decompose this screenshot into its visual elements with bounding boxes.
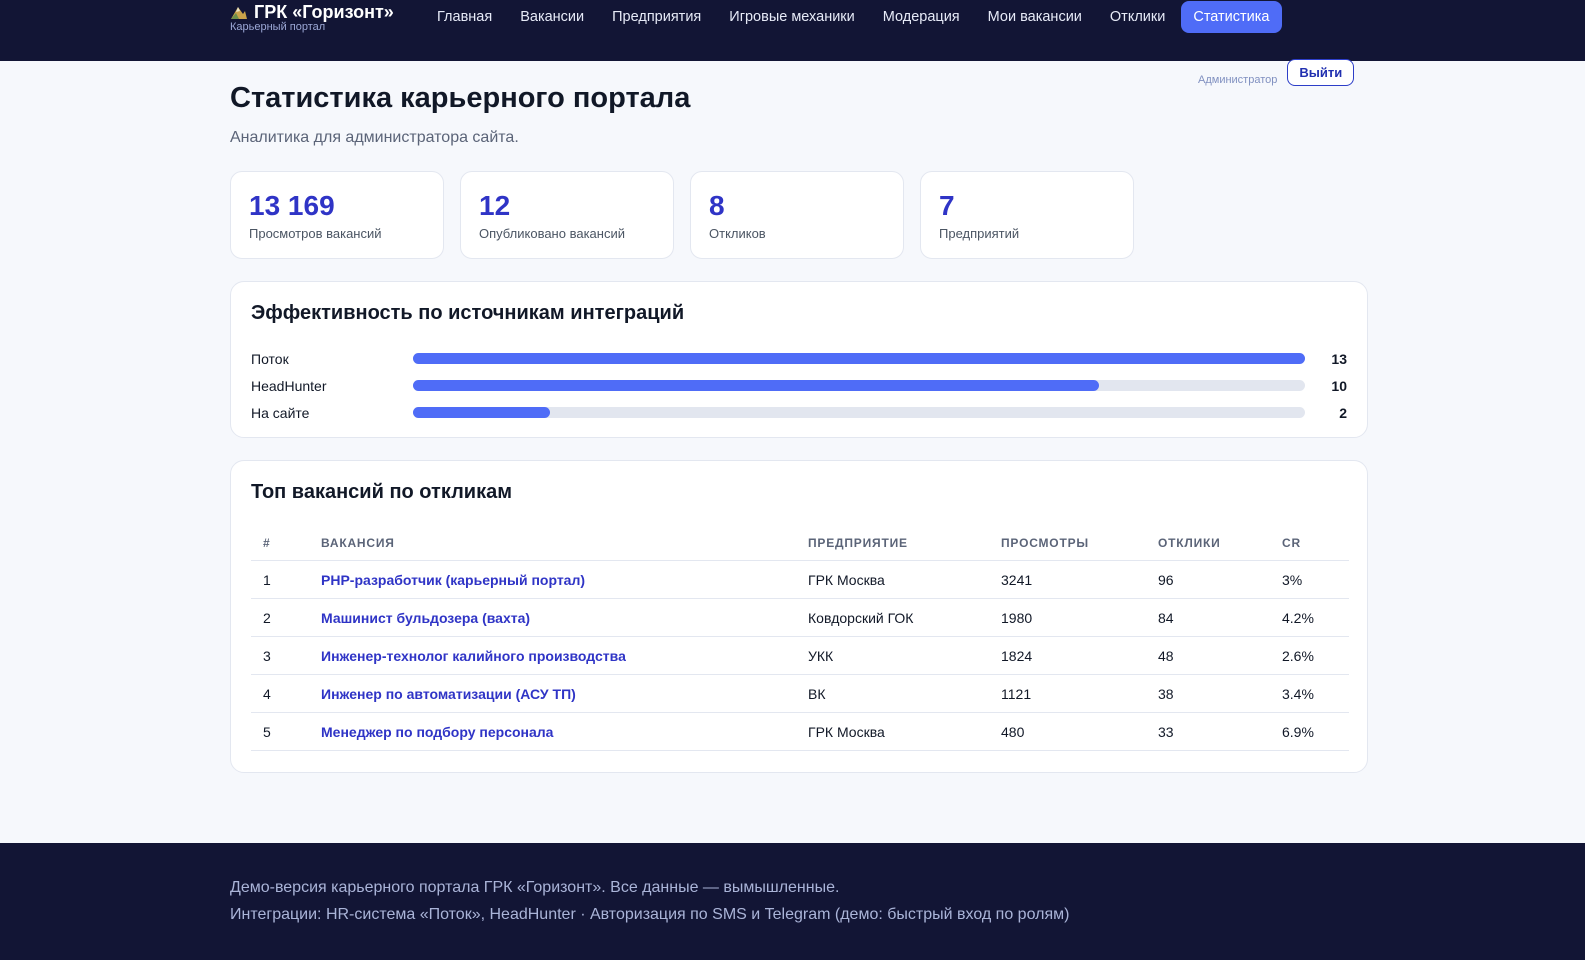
brand-subtitle: Карьерный портал [230,21,326,33]
enterprise-cell: ГРК Москва [796,560,989,599]
source-value: 2 [1339,404,1347,421]
cr-cell: 2.6% [1270,636,1349,675]
vacancy-link[interactable]: Менеджер по подбору персонала [309,712,796,751]
stat-value: 12 [479,190,511,221]
cr-cell: 4.2% [1270,598,1349,637]
responses-cell: 38 [1146,674,1270,713]
stat-card-enterprises: 7 Предприятий [920,171,1134,259]
responses-cell: 33 [1146,712,1270,751]
stat-label: Опубликовано вакансий [479,226,625,241]
logout-button[interactable]: Выйти [1287,58,1355,86]
views-cell: 1824 [989,636,1146,675]
column-header: ОТКЛИКИ [1146,526,1270,561]
vacancy-link[interactable]: Машинист бульдозера (вахта) [309,598,796,637]
cr-cell: 3.4% [1270,674,1349,713]
sources-bars: Поток 13 HeadHunter 10 На сайте 2 [251,345,1347,426]
nav-item-game-mechanics[interactable]: Игровые механики [717,1,866,33]
footer: Демо-версия карьерного портала ГРК «Гори… [0,843,1585,960]
column-header: ПРОСМОТРЫ [989,526,1146,561]
enterprise-cell: УКК [796,636,989,675]
views-cell: 1980 [989,598,1146,637]
top-vacancies-title: Топ вакансий по откликам [251,481,512,503]
mountain-icon [231,7,247,19]
source-value: 13 [1331,350,1347,367]
user-role: Администратор [1198,74,1278,86]
stat-value: 8 [709,190,725,221]
rank-cell: 4 [251,674,309,713]
source-label: HeadHunter [251,377,327,394]
responses-cell: 96 [1146,560,1270,599]
brand-title: ГРК «Горизонт» [254,2,394,22]
page-subtitle: Аналитика для администратора сайта. [230,129,519,146]
stat-card-views: 13 169 Просмотров вакансий [230,171,444,259]
table-row: 5 Менеджер по подбору персонала ГРК Моск… [251,712,1349,751]
main-nav: Главная Вакансии Предприятия Игровые мех… [425,1,1282,33]
responses-cell: 48 [1146,636,1270,675]
table-row: 4 Инженер по автоматизации (АСУ ТП) ВК 1… [251,674,1349,713]
source-label: На сайте [251,404,310,421]
brand[interactable]: ГРК «Горизонт» Карьерный портал [230,2,394,33]
vacancy-link[interactable]: Инженер по автоматизации (АСУ ТП) [309,674,796,713]
column-header: # [251,526,309,561]
brand-row: ГРК «Горизонт» [230,2,394,22]
source-row: Поток 13 [251,345,1347,372]
nav-item-my-vacancies[interactable]: Мои вакансии [976,1,1094,33]
nav-item-vacancies[interactable]: Вакансии [508,1,596,33]
nav-item-statistics[interactable]: Статистика [1181,1,1282,33]
nav-item-moderation[interactable]: Модерация [871,1,972,33]
source-label: Поток [251,350,289,367]
source-row: На сайте 2 [251,399,1347,426]
table-row: 2 Машинист бульдозера (вахта) Ковдорский… [251,598,1349,637]
source-bar-track [413,407,1305,418]
source-bar-track [413,353,1305,364]
source-bar-fill [413,407,551,418]
enterprise-cell: Ковдорский ГОК [796,598,989,637]
top-vacancies-table: # ВАКАНСИЯ ПРЕДПРИЯТИЕ ПРОСМОТРЫ ОТКЛИКИ… [251,526,1349,751]
sources-panel: Эффективность по источникам интеграций П… [230,281,1368,438]
vacancy-link[interactable]: PHP-разработчик (карьерный портал) [309,560,796,599]
enterprise-cell: ВК [796,674,989,713]
stats-cards: 13 169 Просмотров вакансий 12 Опубликова… [230,171,1134,259]
user-box: Администратор Выйти [1198,58,1355,86]
footer-line-1: Демо-версия карьерного портала ГРК «Гори… [230,879,840,896]
page-title: Статистика карьерного портала [230,82,691,114]
rank-cell: 5 [251,712,309,751]
rank-cell: 3 [251,636,309,675]
stat-value: 7 [939,190,955,221]
stat-label: Откликов [709,226,766,241]
views-cell: 1121 [989,674,1146,713]
responses-cell: 84 [1146,598,1270,637]
nav-item-home[interactable]: Главная [425,1,504,33]
rank-cell: 2 [251,598,309,637]
footer-line-2: Интеграции: HR-система «Поток», HeadHunt… [230,906,1070,923]
cr-cell: 6.9% [1270,712,1349,751]
table-header-row: # ВАКАНСИЯ ПРЕДПРИЯТИЕ ПРОСМОТРЫ ОТКЛИКИ… [251,526,1349,561]
table-row: 3 Инженер-технолог калийного производств… [251,636,1349,675]
source-bar-track [413,380,1305,391]
top-vacancies-panel: Топ вакансий по откликам # ВАКАНСИЯ ПРЕД… [230,460,1368,773]
source-row: HeadHunter 10 [251,372,1347,399]
stat-label: Просмотров вакансий [249,226,382,241]
rank-cell: 1 [251,560,309,599]
nav-item-responses[interactable]: Отклики [1098,1,1177,33]
views-cell: 3241 [989,560,1146,599]
column-header: CR [1270,526,1349,561]
nav-item-enterprises[interactable]: Предприятия [600,1,713,33]
source-value: 10 [1331,377,1347,394]
source-bar-fill [413,380,1100,391]
stat-label: Предприятий [939,226,1020,241]
sources-title: Эффективность по источникам интеграций [251,302,685,324]
source-bar-fill [413,353,1305,364]
vacancy-link[interactable]: Инженер-технолог калийного производства [309,636,796,675]
top-navigation-bar: ГРК «Горизонт» Карьерный портал Главная … [0,0,1585,61]
views-cell: 480 [989,712,1146,751]
table-row: 1 PHP-разработчик (карьерный портал) ГРК… [251,560,1349,599]
cr-cell: 3% [1270,560,1349,599]
stat-value: 13 169 [249,190,335,221]
column-header: ВАКАНСИЯ [309,526,796,561]
column-header: ПРЕДПРИЯТИЕ [796,526,989,561]
enterprise-cell: ГРК Москва [796,712,989,751]
stat-card-published: 12 Опубликовано вакансий [460,171,674,259]
stat-card-responses: 8 Откликов [690,171,904,259]
